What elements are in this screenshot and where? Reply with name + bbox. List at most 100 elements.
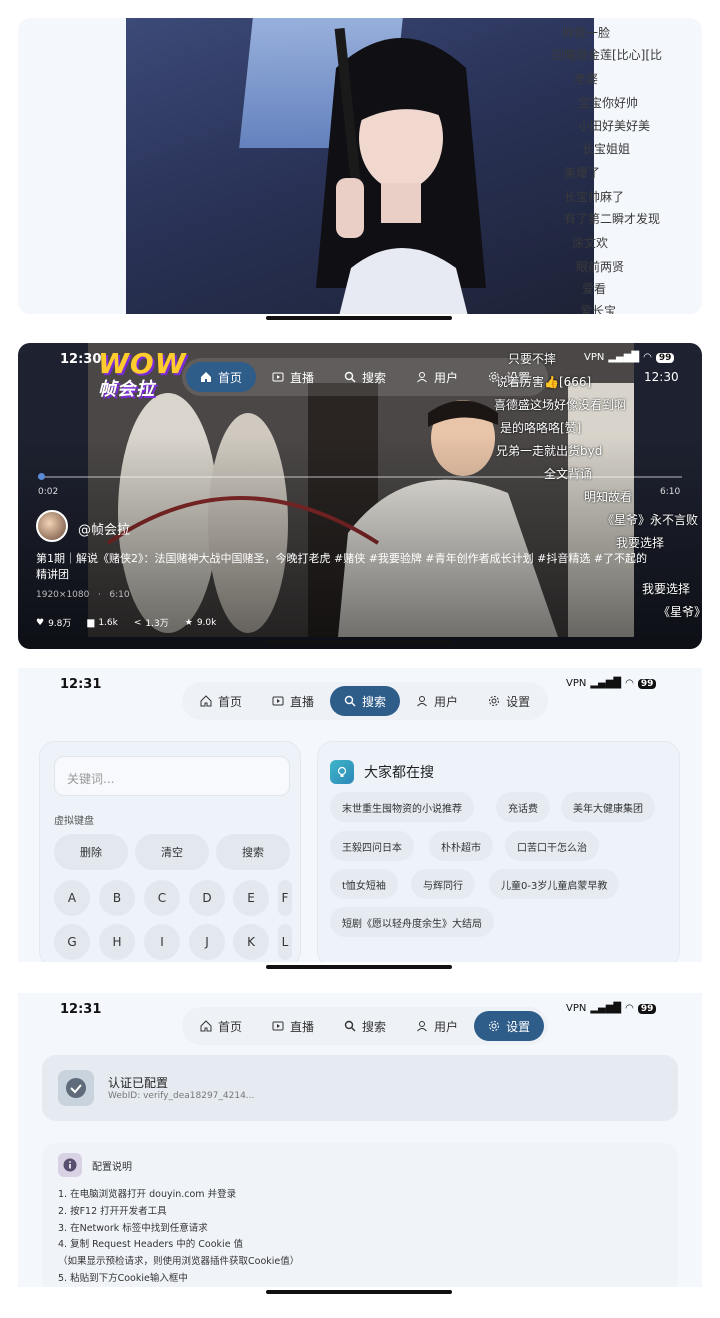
- status-time: 12:31: [60, 1002, 102, 1017]
- trending-chip[interactable]: 王毅四问日本: [330, 831, 414, 861]
- status-icons: VPN ▂▄▆█ ◠ 99: [566, 1003, 657, 1014]
- author-name[interactable]: @帧会拉: [78, 519, 130, 538]
- duration: 6:10: [109, 590, 130, 600]
- trending-chip[interactable]: 末世重生囤物资的小说推荐: [330, 792, 474, 822]
- home-icon: [201, 372, 211, 382]
- key-f[interactable]: F: [278, 880, 292, 916]
- heart-icon: ♥: [36, 617, 45, 628]
- tab-label: 用户: [434, 1019, 459, 1034]
- search-icon: [344, 695, 356, 707]
- trending-chip[interactable]: t恤女短袖: [330, 869, 398, 899]
- danmaku-item: 帅我一脸: [562, 26, 611, 40]
- favorite-count: 9.0k: [196, 617, 217, 628]
- key-e[interactable]: E: [233, 880, 269, 916]
- auth-status-card[interactable]: 认证已配置 WebID: verify_dea18297_4214...: [42, 1055, 678, 1121]
- vpn-icon: VPN: [566, 678, 587, 689]
- favorite-stat[interactable]: ★ 9.0k: [185, 616, 217, 629]
- user-icon: [417, 372, 427, 383]
- tab-search[interactable]: 搜索: [330, 1011, 400, 1041]
- key-a[interactable]: A: [54, 880, 90, 916]
- resolution: 1920×1080: [36, 590, 90, 600]
- trending-chip[interactable]: 充话费: [496, 792, 550, 822]
- home-indicator[interactable]: [266, 1290, 452, 1294]
- tab-settings[interactable]: 设置: [474, 1011, 545, 1041]
- status-time: 12:30: [60, 352, 102, 367]
- share-stat[interactable]: <1.3万: [133, 616, 169, 630]
- tab-label: 用户: [434, 694, 459, 709]
- tab-settings[interactable]: 设置: [474, 686, 544, 716]
- key-k[interactable]: K: [233, 924, 269, 960]
- home-indicator[interactable]: [266, 640, 452, 644]
- trending-chip[interactable]: 美年大健康集团: [561, 792, 655, 822]
- danmaku-item: 爱长宝: [580, 304, 617, 314]
- tab-home[interactable]: 首页: [186, 362, 257, 392]
- config-instructions: 配置说明 1. 在电脑浏览器打开 douyin.com 并登录 2. 按F12 …: [42, 1143, 678, 1287]
- home-indicator[interactable]: [266, 316, 452, 320]
- tab-user[interactable]: 用户: [402, 362, 472, 392]
- tab-user[interactable]: 用户: [402, 686, 472, 716]
- key-b[interactable]: B: [99, 880, 135, 916]
- danmaku-item: 说着厉害👍[666]: [496, 375, 592, 389]
- battery-indicator: 99: [637, 678, 657, 689]
- status-icons: VPN ▂▄▆█ ◠ 99: [584, 352, 675, 363]
- search-button[interactable]: 搜索: [216, 834, 290, 870]
- danmaku-item: 明知故看: [584, 490, 633, 504]
- key-c[interactable]: C: [144, 880, 180, 916]
- settings-screen: 12:31 VPN ▂▄▆█ ◠ 99 首页 直播 搜索 用户 设置 认证已配置…: [18, 993, 702, 1287]
- tab-live[interactable]: 直播: [258, 1011, 328, 1041]
- tab-label: 首页: [218, 1019, 243, 1034]
- clear-button[interactable]: 清空: [135, 834, 209, 870]
- tab-live[interactable]: 直播: [258, 686, 328, 716]
- key-i[interactable]: I: [144, 924, 180, 960]
- trending-chip[interactable]: 与辉同行: [411, 869, 475, 899]
- tab-label: 用户: [434, 370, 459, 385]
- progress-handle[interactable]: [38, 473, 45, 480]
- video-player-card[interactable]: 12:30 VPN ▂▄▆█ ◠ 99 12:30 WOW 帧会拉 首页 直播 …: [18, 343, 702, 649]
- tv-icon: [272, 372, 284, 382]
- tab-live[interactable]: 直播: [258, 362, 328, 392]
- battery-indicator: 99: [637, 1003, 657, 1014]
- star-icon: ★: [184, 617, 193, 628]
- auth-webid: WebID: verify_dea18297_4214...: [108, 1091, 255, 1101]
- key-l[interactable]: L: [278, 924, 292, 960]
- status-icons: VPN ▂▄▆█ ◠ 99: [566, 678, 657, 689]
- logo-subtext: 帧会拉: [98, 379, 155, 400]
- comment-stat[interactable]: ▆ 1.6k: [87, 616, 117, 629]
- comment-count: 1.6k: [98, 617, 118, 628]
- home-indicator[interactable]: [266, 965, 452, 969]
- video-card-1[interactable]: 帅我一脸 田曦薇金莲[比心][比 老婆 宝宝你好帅 小田好美好美 长宝姐姐 美爆…: [18, 18, 702, 314]
- key-d[interactable]: D: [189, 880, 225, 916]
- key-g[interactable]: G: [54, 924, 90, 960]
- key-j[interactable]: J: [189, 924, 225, 960]
- key-h[interactable]: H: [99, 924, 135, 960]
- tab-label: 首页: [218, 370, 243, 385]
- trending-chip[interactable]: 口苦口干怎么治: [505, 831, 599, 861]
- config-steps: 1. 在电脑浏览器打开 douyin.com 并登录 2. 按F12 打开开发者…: [58, 1187, 299, 1287]
- delete-button[interactable]: 删除: [54, 834, 128, 870]
- danmaku-item: 《星爷》永不言败: [602, 513, 699, 527]
- auth-title: 认证已配置: [108, 1076, 169, 1090]
- avatar[interactable]: [36, 510, 68, 542]
- top-nav: 首页 直播 搜索 用户 设置: [182, 682, 549, 720]
- tab-search[interactable]: 搜索: [330, 686, 401, 716]
- video-title: 第1期｜解说《赌侠2》：法国赌神大战中国赌圣，今晚打老虎 #赌侠 #我要验牌 #…: [36, 552, 648, 581]
- danmaku-item: 眼前两贤: [576, 260, 625, 274]
- share-icon: <: [133, 617, 142, 628]
- tab-search[interactable]: 搜索: [330, 362, 400, 392]
- tab-home[interactable]: 首页: [186, 1011, 256, 1041]
- search-icon: [344, 371, 356, 383]
- tab-home[interactable]: 首页: [186, 686, 256, 716]
- vpn-icon: VPN: [566, 1003, 587, 1014]
- search-input[interactable]: 关键词...: [54, 756, 290, 796]
- trending-chip[interactable]: 短剧《愿以轻舟度余生》大结局: [330, 907, 494, 937]
- separator: ·: [97, 590, 101, 600]
- trending-chip[interactable]: 朴朴超市: [429, 831, 493, 861]
- tab-user[interactable]: 用户: [402, 1011, 472, 1041]
- trending-title: 大家都在搜: [364, 765, 434, 781]
- danmaku-item: 田曦薇金莲[比心][比: [552, 48, 663, 62]
- progress-bar[interactable]: [38, 473, 682, 480]
- like-stat[interactable]: ♥ 9.8万: [36, 616, 71, 630]
- step-item: （如果显示预检请求，则使用浏览器插件获取Cookie值）: [58, 1256, 300, 1268]
- trending-panel: 大家都在搜 末世重生囤物资的小说推荐 充话费 美年大健康集团 王毅四问日本 朴朴…: [317, 741, 680, 962]
- trending-chip[interactable]: 儿童0-3岁儿童启蒙早教: [489, 869, 620, 899]
